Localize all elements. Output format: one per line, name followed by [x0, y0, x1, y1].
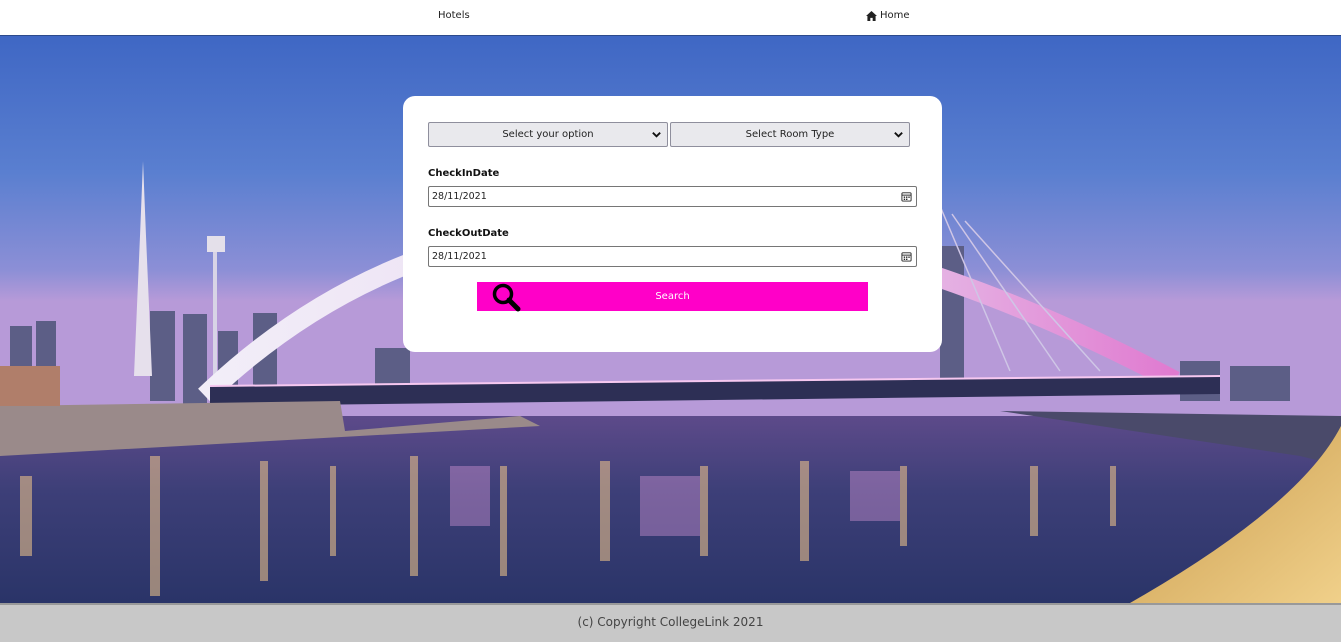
search-button-label: Search	[655, 291, 690, 302]
checkout-label: CheckOutDate	[428, 228, 509, 239]
checkout-date-value: 28/11/2021	[432, 251, 487, 262]
hotel-select-value: Select your option	[502, 129, 594, 140]
footer: (c) Copyright CollegeLink 2021	[0, 603, 1341, 642]
nav-home-label: Home	[880, 10, 910, 21]
chevron-down-icon	[894, 132, 903, 138]
checkout-date-input[interactable]: 28/11/2021	[428, 246, 917, 267]
checkin-date-value: 28/11/2021	[432, 191, 487, 202]
home-icon	[866, 10, 877, 21]
copyright-text: (c) Copyright CollegeLink 2021	[577, 615, 764, 629]
checkin-label: CheckInDate	[428, 168, 500, 179]
room-type-select-value: Select Room Type	[745, 129, 835, 140]
search-button[interactable]: Search	[477, 282, 868, 312]
search-form-card: Select your option Select Room Type Chec…	[403, 96, 942, 352]
search-icon	[492, 283, 521, 312]
calendar-icon[interactable]	[901, 251, 912, 262]
checkin-date-input[interactable]: 28/11/2021	[428, 186, 917, 207]
room-type-select[interactable]: Select Room Type	[670, 122, 910, 147]
hotel-select[interactable]: Select your option	[428, 122, 668, 147]
chevron-down-icon	[652, 132, 661, 138]
navbar: Hotels Home	[0, 0, 1341, 36]
nav-link-hotels[interactable]: Hotels	[438, 10, 470, 21]
nav-link-home[interactable]: Home	[866, 10, 910, 21]
calendar-icon[interactable]	[901, 191, 912, 202]
